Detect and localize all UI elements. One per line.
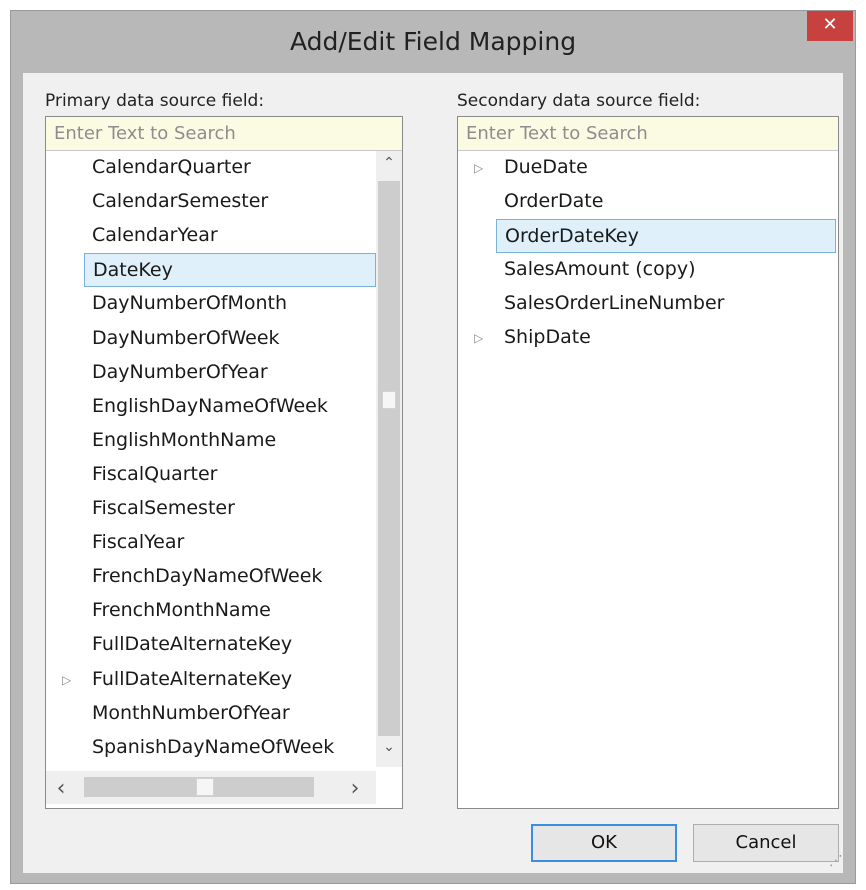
primary-field-label: Primary data source field: — [45, 91, 265, 111]
field-list-item[interactable]: SpanishDayNameOfWeek — [84, 731, 376, 765]
field-list-item[interactable]: ShipDate — [496, 321, 836, 355]
field-list-item[interactable]: FrenchMonthName — [84, 594, 376, 628]
field-list-item[interactable]: DayNumberOfYear — [84, 356, 376, 390]
field-list-item[interactable]: FrenchDayNameOfWeek — [84, 560, 376, 594]
field-mapping-dialog: Add/Edit Field Mapping ✕ Primary data so… — [10, 10, 856, 884]
scroll-thumb-grip — [382, 391, 396, 409]
primary-vertical-scroll-thumb[interactable] — [378, 181, 400, 736]
expand-arrow-icon[interactable]: ▷ — [474, 331, 483, 345]
field-list-item[interactable]: FiscalQuarter — [84, 458, 376, 492]
primary-field-panel: Enter Text to Search CalendarQuarter Cale… — [45, 116, 403, 809]
field-list-item[interactable]: FiscalYear — [84, 526, 376, 560]
title-bar: Add/Edit Field Mapping ✕ — [11, 11, 855, 71]
expand-arrow-icon[interactable]: ▷ — [474, 161, 483, 175]
primary-search-input[interactable]: Enter Text to Search — [46, 117, 402, 151]
field-list-item[interactable]: EnglishDayNameOfWeek — [84, 390, 376, 424]
primary-vertical-scrollbar[interactable]: ⌃ ⌄ — [376, 151, 402, 767]
field-list-item[interactable]: MonthNumberOfYear — [84, 697, 376, 731]
field-list-item[interactable]: CalendarYear — [84, 219, 376, 253]
expand-arrow-icon[interactable]: ▷ — [62, 673, 71, 687]
field-list-item[interactable]: DateKey — [84, 253, 376, 288]
scroll-left-icon[interactable]: ‹ — [50, 776, 72, 801]
resize-grip-icon[interactable]: ⋰ — [829, 853, 843, 869]
scroll-down-icon[interactable]: ⌄ — [376, 739, 402, 755]
close-button[interactable]: ✕ — [807, 11, 853, 41]
cancel-button[interactable]: Cancel — [693, 824, 839, 862]
field-list-item[interactable]: CalendarSemester — [84, 185, 376, 219]
field-list-item[interactable]: DayNumberOfMonth — [84, 287, 376, 321]
ok-button[interactable]: OK — [531, 824, 677, 862]
field-list-item[interactable]: FullDateAlternateKey — [84, 628, 376, 662]
field-list-item[interactable]: SalesAmount (copy) — [496, 253, 836, 287]
secondary-field-panel: Enter Text to Search ▷ DueDate OrderDate Or… — [457, 116, 839, 809]
field-list-item[interactable]: OrderDateKey — [496, 219, 836, 253]
field-list-item[interactable]: DueDate — [496, 151, 836, 185]
field-list-item[interactable]: EnglishMonthName — [84, 424, 376, 458]
dialog-title: Add/Edit Field Mapping — [289, 27, 577, 56]
field-list-item[interactable]: DayNumberOfWeek — [84, 322, 376, 356]
scroll-thumb-grip — [196, 778, 214, 796]
field-list-item[interactable]: FullDateAlternateKey — [84, 663, 376, 697]
close-icon: ✕ — [822, 14, 838, 35]
scroll-right-icon[interactable]: › — [344, 776, 366, 801]
primary-horizontal-scrollbar[interactable]: ‹ › — [46, 771, 376, 804]
secondary-field-label: Secondary data source field: — [457, 91, 701, 111]
field-list-item[interactable]: OrderDate — [496, 185, 836, 219]
field-list-item[interactable]: SalesOrderLineNumber — [496, 287, 836, 321]
scroll-up-icon[interactable]: ⌃ — [376, 155, 402, 171]
field-list-item[interactable]: CalendarQuarter — [84, 151, 376, 185]
dialog-body: Primary data source field: Secondary dat… — [23, 73, 843, 873]
secondary-search-input[interactable]: Enter Text to Search — [458, 117, 838, 151]
field-list-item[interactable]: FiscalSemester — [84, 492, 376, 526]
